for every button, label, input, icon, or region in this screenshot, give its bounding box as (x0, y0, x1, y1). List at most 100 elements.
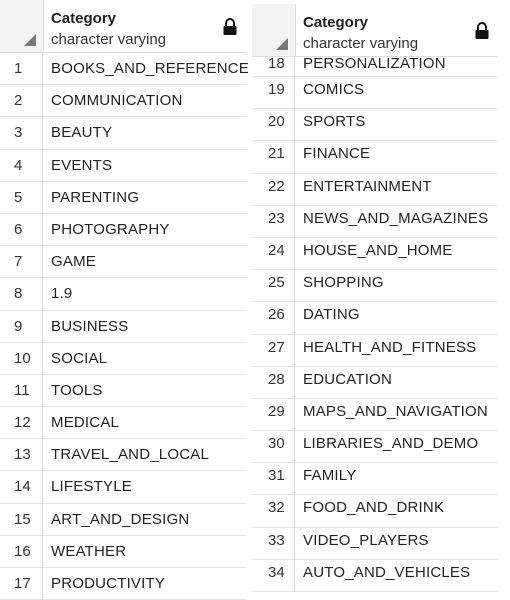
table-row[interactable]: 27 HEALTH_AND_FITNESS (252, 334, 498, 367)
category-cell[interactable]: 1.9 (51, 278, 72, 309)
table-row[interactable]: 5 PARENTING (0, 181, 246, 214)
row-number[interactable]: 29 (252, 398, 295, 431)
row-number[interactable]: 8 (0, 278, 43, 310)
table-row[interactable]: 10 SOCIAL (0, 342, 246, 375)
table-row[interactable]: 29 MAPS_AND_NAVIGATION (252, 398, 498, 432)
row-number[interactable]: 24 (252, 237, 295, 270)
table-row[interactable]: 3 BEAUTY (0, 117, 246, 150)
table-row[interactable]: 30 LIBRARIES_AND_DEMO (252, 431, 498, 464)
table-row[interactable]: 24 HOUSE_AND_HOME (252, 237, 498, 271)
category-cell[interactable]: NEWS_AND_MAGAZINES (303, 206, 488, 232)
row-number[interactable]: 34 (252, 559, 295, 591)
category-cell[interactable]: PRODUCTIVITY (51, 568, 165, 599)
category-cell[interactable]: LIFESTYLE (51, 471, 132, 502)
row-number[interactable]: 5 (0, 181, 43, 213)
category-cell[interactable]: BOOKS_AND_REFERENCE (51, 53, 249, 84)
row-number[interactable]: 26 (252, 302, 295, 334)
table-row[interactable]: 13 TRAVEL_AND_LOCAL (0, 439, 246, 472)
category-cell[interactable]: TRAVEL_AND_LOCAL (51, 439, 209, 470)
table-row[interactable]: 26 DATING (252, 302, 498, 335)
category-cell[interactable]: COMICS (303, 77, 364, 103)
category-cell[interactable]: ENTERTAINMENT (303, 174, 432, 200)
row-number[interactable]: 19 (252, 77, 295, 109)
category-cell[interactable]: DATING (303, 302, 360, 328)
row-number[interactable]: 21 (252, 141, 295, 173)
table-row[interactable]: 21 FINANCE (252, 141, 498, 174)
category-cell[interactable]: FOOD_AND_DRINK (303, 495, 444, 521)
row-number[interactable]: 10 (0, 342, 43, 374)
row-number[interactable]: 11 (0, 374, 43, 407)
category-cell[interactable]: HEALTH_AND_FITNESS (303, 335, 476, 361)
table-row[interactable]: 11 TOOLS (0, 374, 246, 408)
table-row[interactable]: 8 1.9 (0, 278, 246, 311)
category-cell[interactable]: GAME (51, 246, 96, 277)
row-number[interactable]: 32 (252, 495, 295, 527)
table-row[interactable]: 16 WEATHER (0, 535, 246, 568)
row-number[interactable]: 17 (0, 568, 43, 600)
row-number[interactable]: 30 (252, 431, 295, 463)
category-cell[interactable]: ART_AND_DESIGN (51, 504, 189, 535)
category-cell[interactable]: HOUSE_AND_HOME (303, 238, 453, 264)
table-row[interactable]: 25 SHOPPING (252, 270, 498, 303)
table-row[interactable]: 7 GAME (0, 246, 246, 279)
table-row[interactable]: 9 BUSINESS (0, 310, 246, 343)
column-name[interactable]: Category (51, 10, 116, 27)
category-cell[interactable]: LIBRARIES_AND_DEMO (303, 431, 478, 457)
table-row[interactable]: 4 EVENTS (0, 149, 246, 182)
category-cell[interactable]: PHOTOGRAPHY (51, 214, 170, 245)
table-row[interactable]: 12 MEDICAL (0, 407, 246, 440)
table-row[interactable]: 34 AUTO_AND_VEHICLES (252, 559, 498, 592)
category-cell[interactable]: EDUCATION (303, 367, 392, 393)
category-cell[interactable]: FINANCE (303, 141, 370, 167)
table-row[interactable]: 17 PRODUCTIVITY (0, 568, 246, 600)
row-number[interactable]: 3 (0, 117, 43, 149)
row-number[interactable]: 4 (0, 149, 43, 181)
select-all-corner[interactable] (252, 4, 296, 56)
table-row[interactable]: 14 LIFESTYLE (0, 471, 246, 504)
row-number[interactable]: 23 (252, 205, 295, 237)
table-row[interactable]: 31 FAMILY (252, 463, 498, 496)
category-cell[interactable]: SPORTS (303, 109, 366, 135)
category-cell[interactable]: VIDEO_PLAYERS (303, 528, 429, 554)
row-number[interactable]: 9 (0, 310, 43, 342)
row-number[interactable]: 33 (252, 527, 295, 559)
row-number[interactable]: 16 (0, 535, 43, 567)
category-cell[interactable]: FAMILY (303, 463, 356, 489)
table-row[interactable]: 22 ENTERTAINMENT (252, 173, 498, 206)
table-row[interactable]: 15 ART_AND_DESIGN (0, 503, 246, 536)
table-row[interactable]: 23 NEWS_AND_MAGAZINES (252, 205, 498, 238)
category-cell[interactable]: WEATHER (51, 536, 126, 567)
table-row[interactable]: 20 SPORTS (252, 109, 498, 142)
category-cell[interactable]: SOCIAL (51, 343, 107, 374)
row-number[interactable]: 22 (252, 173, 295, 205)
row-number[interactable]: 13 (0, 439, 43, 471)
table-row[interactable]: 19 COMICS (252, 77, 498, 110)
row-number[interactable]: 14 (0, 471, 43, 503)
category-cell[interactable]: SHOPPING (303, 270, 384, 296)
row-number[interactable]: 6 (0, 213, 43, 246)
table-row[interactable]: 1 BOOKS_AND_REFERENCE (0, 53, 249, 86)
row-number[interactable]: 7 (0, 246, 43, 278)
category-cell[interactable]: BUSINESS (51, 311, 128, 342)
column-name[interactable]: Category (303, 14, 368, 31)
row-number[interactable]: 12 (0, 407, 43, 439)
row-number[interactable]: 27 (252, 334, 295, 366)
table-row[interactable]: 32 FOOD_AND_DRINK (252, 495, 498, 528)
select-all-corner[interactable] (0, 0, 44, 52)
category-cell[interactable]: COMMUNICATION (51, 85, 182, 116)
row-number[interactable]: 28 (252, 366, 295, 398)
category-cell[interactable]: TOOLS (51, 375, 103, 406)
category-cell[interactable]: MEDICAL (51, 407, 119, 438)
category-cell[interactable]: BEAUTY (51, 117, 112, 148)
category-cell[interactable]: PARENTING (51, 182, 139, 213)
row-number[interactable]: 20 (252, 109, 295, 141)
row-number[interactable]: 2 (0, 85, 43, 117)
table-row[interactable]: 33 VIDEO_PLAYERS (252, 527, 498, 560)
category-cell[interactable]: AUTO_AND_VEHICLES (303, 560, 470, 586)
row-number[interactable]: 15 (0, 503, 43, 535)
table-row[interactable]: 28 EDUCATION (252, 366, 498, 399)
category-cell[interactable]: EVENTS (51, 150, 112, 181)
category-cell[interactable]: MAPS_AND_NAVIGATION (303, 399, 488, 425)
row-number[interactable]: 1 (0, 53, 43, 85)
table-row[interactable]: 6 PHOTOGRAPHY (0, 213, 246, 247)
